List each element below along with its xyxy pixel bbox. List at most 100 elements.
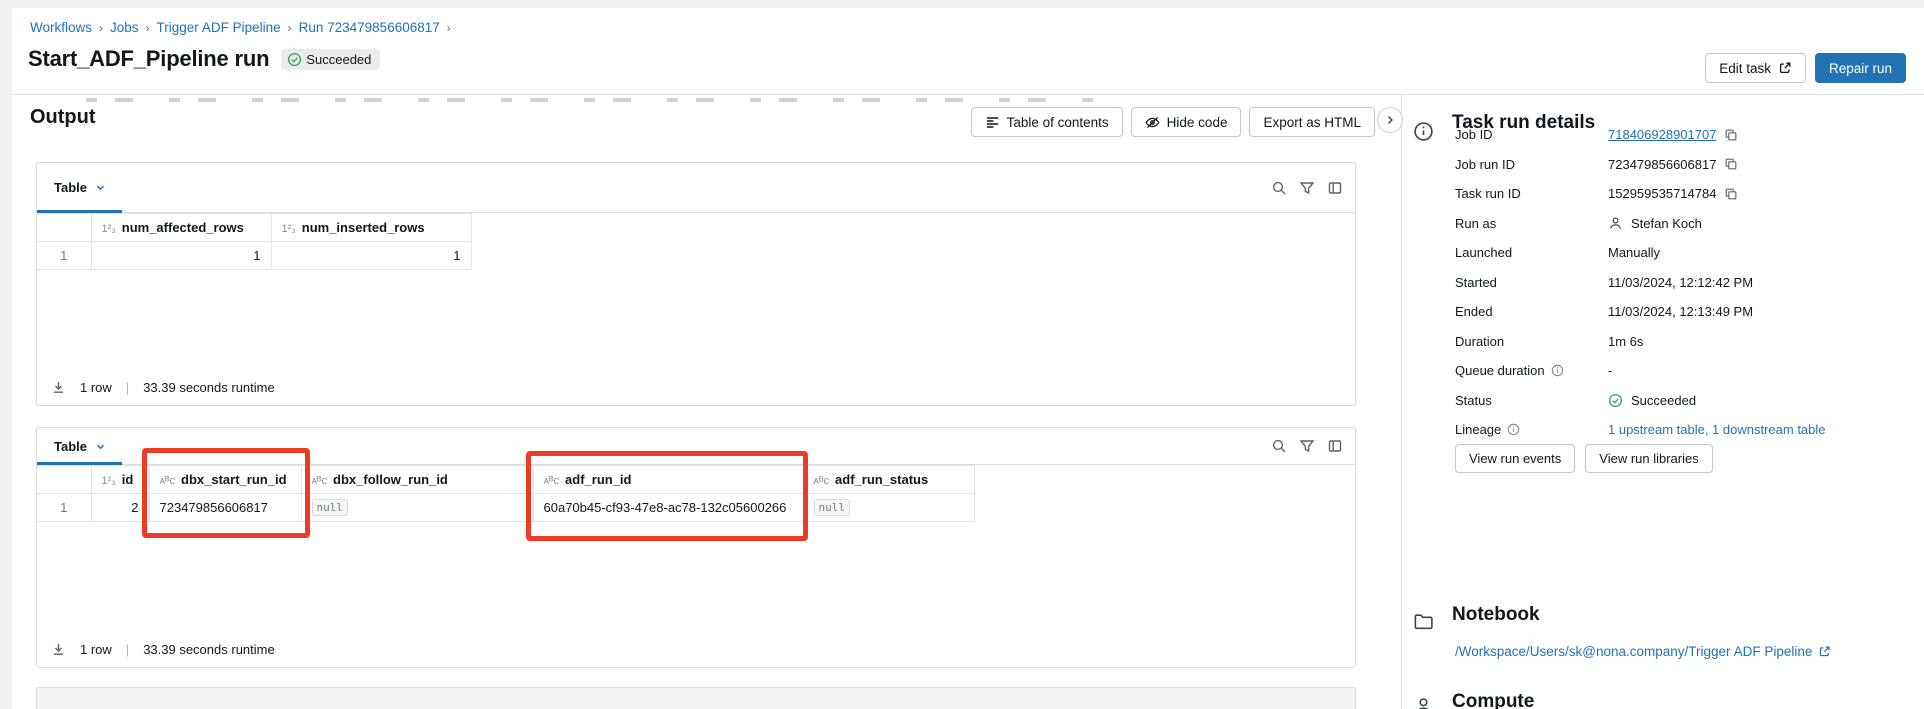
table-cell: 1 [271,242,471,270]
detail-label: Task run ID [1455,186,1608,201]
list-lines-icon [985,115,1000,130]
detail-row-job-id: Job ID 718406928901707 [1455,120,1910,150]
breadcrumb-separator: › [99,21,103,35]
collapse-panel-button[interactable] [1377,107,1403,133]
status-badge-label: Succeeded [306,52,371,67]
string-type-icon: ᴀᴮᴄ [160,475,176,487]
table-view-selector[interactable]: Table [37,180,106,195]
active-tab-underline [37,462,122,465]
external-link-icon [1778,61,1792,75]
column-header[interactable]: ᴀᴮᴄdbx_start_run_id [149,466,301,494]
output-panel: Output Table of contents Hide code Expor… [12,95,1401,709]
row-number-header [37,466,91,494]
breadcrumb-separator: › [288,21,292,35]
hide-code-label: Hide code [1167,115,1228,130]
compute-heading: Compute [1452,691,1534,709]
footer-separator: | [126,642,129,657]
table-view-label: Table [54,180,87,195]
search-icon[interactable] [1271,180,1287,196]
detail-label: Lineage [1455,422,1501,437]
compute-icon [1413,696,1434,709]
row-count: 1 row [80,380,112,395]
run-as-value: Stefan Koch [1631,216,1702,231]
detail-row-run-as: Run as Stefan Koch [1455,209,1910,239]
row-count: 1 row [80,642,112,657]
filter-icon[interactable] [1299,180,1315,196]
string-type-icon: ᴀᴮᴄ [544,475,560,487]
breadcrumb-separator: › [146,21,150,35]
info-circle-icon[interactable] [1507,423,1520,436]
table-of-contents-button[interactable]: Table of contents [971,107,1123,137]
result-table-block-2: Table 1²₃id ᴀᴮᴄdbx_start_run_id ᴀᴮᴄdbx_f… [36,427,1356,668]
number-type-icon: 1²₃ [102,475,116,487]
null-value-badge: null [814,499,851,516]
number-type-icon: 1²₃ [282,223,296,235]
number-type-icon: 1²₃ [102,223,116,235]
info-circle-icon[interactable] [1551,364,1564,377]
detail-label: Started [1455,275,1608,290]
notebook-heading: Notebook [1452,604,1540,626]
view-run-libraries-button[interactable]: View run libraries [1585,444,1712,473]
table-row: 1 1 1 [37,242,471,270]
hide-code-button[interactable]: Hide code [1131,107,1242,137]
download-icon[interactable] [51,642,66,657]
side-panel-icon[interactable] [1327,180,1343,196]
column-header[interactable]: 1²₃num_affected_rows [91,214,271,242]
download-icon[interactable] [51,380,66,395]
chevron-right-icon [1384,114,1396,126]
breadcrumb-workflows[interactable]: Workflows [30,20,92,35]
copy-icon[interactable] [1724,187,1738,201]
column-header[interactable]: ᴀᴮᴄadf_run_status [803,466,974,494]
notebook-path: /Workspace/Users/sk@nona.company/Trigger… [1455,644,1812,659]
export-as-html-button[interactable]: Export as HTML [1249,107,1375,137]
breadcrumb: Workflows › Jobs › Trigger ADF Pipeline … [30,20,451,35]
filter-icon[interactable] [1299,438,1315,454]
row-number-cell: 1 [37,494,91,522]
table-cell: 2 [91,494,149,522]
runtime-label: 33.39 seconds runtime [143,642,275,657]
started-value: 11/03/2024, 12:12:42 PM [1608,275,1753,290]
breadcrumb-jobs[interactable]: Jobs [110,20,139,35]
column-header[interactable]: ᴀᴮᴄadf_run_id [533,466,803,494]
repair-run-button[interactable]: Repair run [1815,53,1906,83]
lineage-link[interactable]: 1 upstream table, 1 downstream table [1608,422,1826,437]
chevron-down-icon [95,182,106,193]
status-value: Succeeded [1631,393,1696,408]
breadcrumb-separator: › [447,21,451,35]
row-number-cell: 1 [37,242,91,270]
search-icon[interactable] [1271,438,1287,454]
output-heading: Output [30,106,96,129]
copy-icon[interactable] [1724,128,1738,142]
edit-task-button[interactable]: Edit task [1705,53,1806,83]
result-table: 1²₃num_affected_rows 1²₃num_inserted_row… [37,213,472,270]
detail-label: Queue duration [1455,363,1545,378]
footer-separator: | [126,380,129,395]
clipped-cell-content [86,98,1096,102]
check-circle-icon [1608,393,1623,408]
result-table: 1²₃id ᴀᴮᴄdbx_start_run_id ᴀᴮᴄdbx_follow_… [37,465,975,522]
detail-label: Launched [1455,245,1608,260]
notebook-path-link[interactable]: /Workspace/Users/sk@nona.company/Trigger… [1455,644,1831,659]
page-header: Workflows › Jobs › Trigger ADF Pipeline … [12,8,1924,95]
table-header-row: 1²₃num_affected_rows 1²₃num_inserted_row… [37,214,471,242]
job-run-id-value: 723479856606817 [1608,157,1716,172]
active-tab-underline [37,210,122,213]
table-cell: 1 [91,242,271,270]
detail-row-task-run-id: Task run ID 152959535714784 [1455,179,1910,209]
view-run-events-button[interactable]: View run events [1455,444,1575,473]
page-title: Start_ADF_Pipeline run [28,46,269,72]
job-id-link[interactable]: 718406928901707 [1608,127,1716,142]
breadcrumb-run-id[interactable]: Run 723479856606817 [299,20,440,35]
string-type-icon: ᴀᴮᴄ [312,475,328,487]
duration-value: 1m 6s [1608,334,1643,349]
copy-icon[interactable] [1724,157,1738,171]
column-header[interactable]: 1²₃num_inserted_rows [271,214,471,242]
breadcrumb-job-name[interactable]: Trigger ADF Pipeline [157,20,281,35]
table-cell: 60a70b45-cf93-47e8-ac78-132c05600266 [533,494,803,522]
details-rows: Job ID 718406928901707 Job run ID 723479… [1455,120,1910,445]
table-view-selector[interactable]: Table [37,439,106,454]
table-cell: 723479856606817 [149,494,301,522]
column-header[interactable]: ᴀᴮᴄdbx_follow_run_id [301,466,533,494]
column-header[interactable]: 1²₃id [91,466,149,494]
side-panel-icon[interactable] [1327,438,1343,454]
